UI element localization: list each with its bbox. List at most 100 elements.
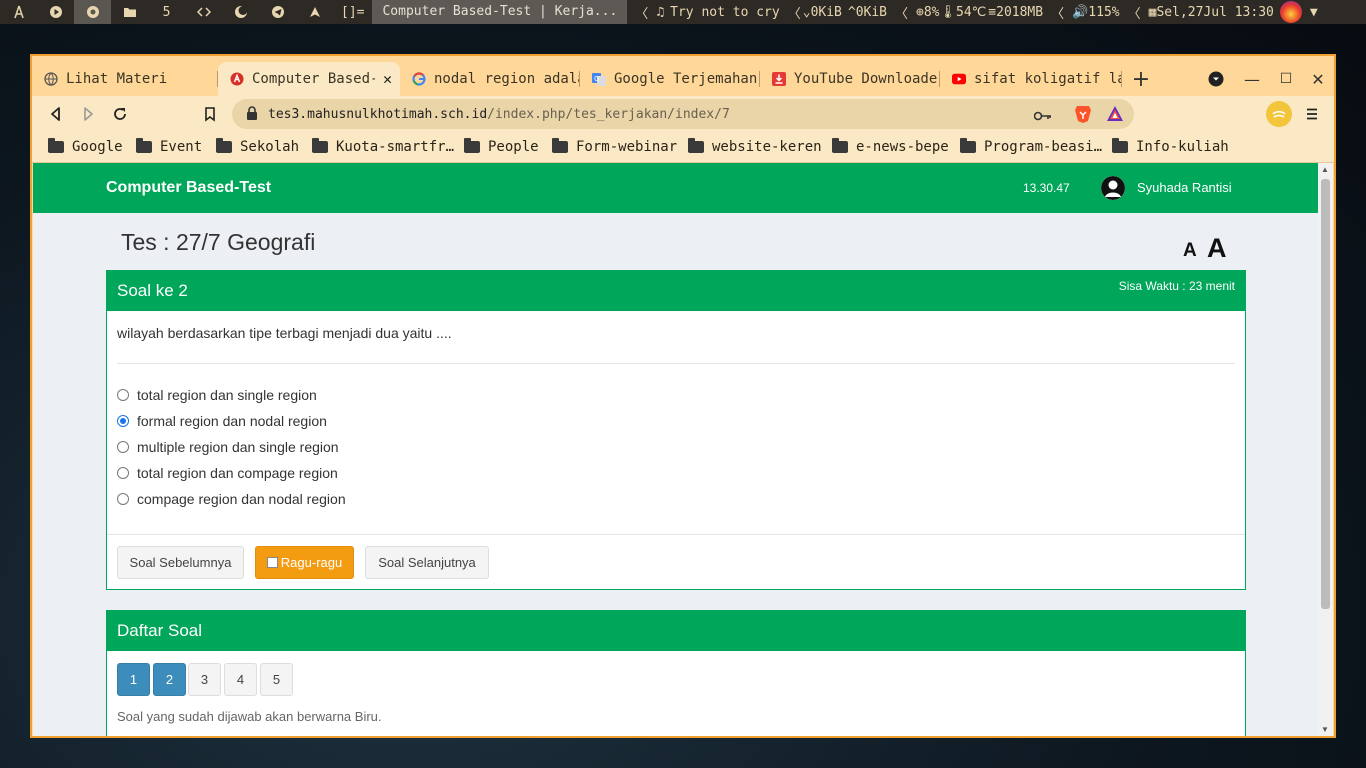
arch-workspace-icon[interactable]: [296, 0, 333, 24]
workspace-number[interactable]: 5: [148, 0, 185, 24]
radio-button[interactable]: [117, 441, 129, 453]
tab-label: Computer Based-Test | Kerjakan: [252, 71, 375, 87]
answer-option[interactable]: total region dan single region: [117, 385, 317, 405]
bookmark-label: Program-beasi…: [984, 139, 1103, 155]
reload-button[interactable]: [108, 102, 132, 126]
tab-label: sifat koligatif larutan: [974, 71, 1122, 87]
new-tab-button[interactable]: +: [1127, 62, 1155, 96]
bookmark-folder-program-beasiswa[interactable]: Program-beasi…: [960, 132, 1102, 162]
folder-icon: [832, 138, 848, 153]
font-increase-button[interactable]: A: [1207, 233, 1227, 264]
key-icon[interactable]: [1033, 106, 1052, 125]
address-bar[interactable]: tes3.mahusnulkhotimah.sch.id/index.php/t…: [232, 99, 1134, 129]
code-workspace-icon[interactable]: [185, 0, 222, 24]
page-scrollbar[interactable]: ▲ ▼: [1318, 163, 1333, 736]
question-box: Soal ke 2 Sisa Waktu : 23 menit wilayah …: [106, 270, 1246, 590]
font-decrease-button[interactable]: A: [1183, 240, 1197, 262]
moon-workspace-icon[interactable]: [222, 0, 259, 24]
menu-icon[interactable]: [1300, 102, 1324, 126]
firefox-tray-icon[interactable]: [1279, 1, 1302, 23]
scroll-down-icon[interactable]: ▼: [1321, 725, 1329, 734]
extension-icon[interactable]: [1266, 101, 1292, 127]
tab-search-button[interactable]: [1202, 62, 1230, 96]
folder-icon: [48, 138, 64, 153]
question-header: Soal ke 2 Sisa Waktu : 23 menit: [107, 271, 1245, 311]
tab-computer-based-test[interactable]: Computer Based-Test | Kerjakan ✕: [218, 62, 400, 96]
bookmark-folder-form-webinar[interactable]: Form-webinar: [552, 132, 677, 162]
folder-workspace-icon[interactable]: [111, 0, 148, 24]
bookmark-folder-sekolah[interactable]: Sekolah: [216, 132, 299, 162]
top-navbar: Computer Based-Test 13.30.47 Syuhada Ran…: [33, 163, 1318, 213]
scrollbar-thumb[interactable]: [1321, 179, 1330, 609]
next-question-button[interactable]: Soal Selanjutnya: [365, 546, 489, 579]
bookmark-folder-event[interactable]: Event: [136, 132, 202, 162]
bookmark-folder-people[interactable]: People: [464, 132, 539, 162]
doubt-checkbox[interactable]: [266, 557, 278, 568]
brand-title[interactable]: Computer Based-Test: [106, 163, 271, 213]
system-bar: 5 []= Computer Based-Test | Kerja... 〈 ♫…: [0, 0, 1366, 24]
bookmark-folder-kuota[interactable]: Kuota-smartfr…: [312, 132, 454, 162]
previous-question-button[interactable]: Soal Sebelumnya: [117, 546, 244, 579]
tab-strip: Lihat Materi Computer Based-Test | Kerja…: [32, 62, 1334, 96]
net-down-icon: ⌄: [802, 4, 811, 20]
svg-text:G: G: [594, 75, 599, 83]
memory-value: 2018MB: [996, 4, 1044, 20]
now-playing: Try not to cry: [670, 4, 780, 20]
wifi-icon[interactable]: ▼: [1310, 5, 1318, 20]
layout-indicator[interactable]: []=: [341, 5, 364, 20]
launcher-icon[interactable]: [0, 0, 37, 24]
radio-button[interactable]: [117, 493, 129, 505]
bookmark-icon[interactable]: [198, 102, 222, 126]
tab-google-terjemahan[interactable]: G Google Terjemahan: [580, 62, 760, 96]
browser-workspace-icon[interactable]: [74, 0, 111, 24]
question-number-button[interactable]: 1: [117, 663, 150, 696]
answer-option[interactable]: total region dan compage region: [117, 463, 338, 483]
media-play-icon[interactable]: [37, 0, 74, 24]
volume-value[interactable]: 115%: [1088, 5, 1119, 20]
tab-sifat-koligatif[interactable]: sifat koligatif larutan: [940, 62, 1122, 96]
bookmark-folder-info-kuliah[interactable]: Info-kuliah: [1112, 132, 1229, 162]
brave-rewards-icon[interactable]: [1106, 105, 1124, 127]
option-label: multiple region dan single region: [137, 439, 339, 455]
close-window-button[interactable]: ✕: [1304, 62, 1332, 96]
radio-button[interactable]: [117, 467, 129, 479]
answer-option[interactable]: multiple region dan single region: [117, 437, 339, 457]
bookmark-folder-google[interactable]: Google: [48, 132, 123, 162]
question-list-header: Daftar Soal: [107, 611, 1245, 651]
page-viewport: Computer Based-Test 13.30.47 Syuhada Ran…: [33, 163, 1333, 736]
music-note-icon: ♫: [656, 4, 665, 20]
browser-window: Lihat Materi Computer Based-Test | Kerja…: [30, 54, 1336, 738]
close-tab-icon[interactable]: ✕: [383, 70, 392, 88]
question-number-button[interactable]: 2: [153, 663, 186, 696]
forward-button[interactable]: [76, 102, 100, 126]
globe-icon: [44, 72, 58, 86]
doubt-label: Ragu-ragu: [280, 555, 343, 570]
bookmark-label: Form-webinar: [576, 139, 678, 155]
tab-nodal-region[interactable]: nodal region adalah: [400, 62, 580, 96]
scroll-up-icon[interactable]: ▲: [1321, 165, 1329, 174]
tab-youtube-downloader[interactable]: YouTube Downloader: [760, 62, 940, 96]
bookmark-folder-website-keren[interactable]: website-keren: [688, 132, 822, 162]
google-icon: [412, 72, 426, 86]
question-number-button[interactable]: 5: [260, 663, 293, 696]
tab-lihat-materi[interactable]: Lihat Materi: [32, 62, 218, 96]
answer-option[interactable]: formal region dan nodal region: [117, 411, 327, 431]
maximize-button[interactable]: ☐: [1272, 62, 1300, 96]
answer-option[interactable]: compage region dan nodal region: [117, 489, 346, 509]
radio-button-selected[interactable]: [117, 415, 129, 427]
option-label: formal region dan nodal region: [137, 413, 327, 429]
telegram-workspace-icon[interactable]: [259, 0, 296, 24]
question-number-button[interactable]: 4: [224, 663, 257, 696]
lock-icon[interactable]: [246, 105, 258, 124]
radio-button[interactable]: [117, 389, 129, 401]
user-avatar-icon[interactable]: [1101, 176, 1125, 200]
question-list-box: Daftar Soal 1 2 3 4 5 Soal yang sudah di…: [106, 610, 1246, 736]
brave-shield-icon[interactable]: [1074, 104, 1092, 128]
question-number-button[interactable]: 3: [188, 663, 221, 696]
user-name[interactable]: Syuhada Rantisi: [1137, 163, 1232, 213]
minimize-button[interactable]: —: [1238, 62, 1266, 96]
back-button[interactable]: [44, 102, 68, 126]
doubt-button[interactable]: Ragu-ragu: [255, 546, 354, 579]
volume-icon[interactable]: 🔊: [1072, 5, 1088, 20]
bookmark-folder-e-news[interactable]: e-news-bepe: [832, 132, 949, 162]
